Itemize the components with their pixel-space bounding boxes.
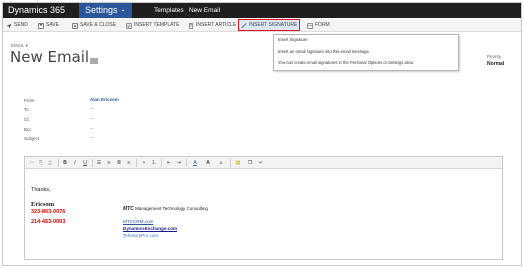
save-close-label: SAVE & CLOSE bbox=[80, 22, 117, 28]
bcc-field[interactable]: -- bbox=[90, 126, 93, 132]
insert-table-icon[interactable]: ❐ bbox=[247, 160, 253, 166]
send-label: SEND bbox=[14, 22, 28, 28]
insert-template-label: INSERT TEMPLATE bbox=[134, 22, 180, 28]
toolbar-divider bbox=[230, 159, 231, 167]
insert-signature-tooltip: Insert Signature Insert an email signatu… bbox=[273, 34, 459, 71]
priority-value[interactable]: Normal bbox=[487, 61, 504, 67]
bcc-label: Bcc bbox=[24, 127, 32, 132]
align-left-icon[interactable]: ☰ bbox=[96, 160, 102, 166]
toolbar-divider bbox=[136, 159, 137, 167]
top-nav-bar: Dynamics 365 Settings ⌄ Templates New Ema… bbox=[3, 3, 521, 18]
breadcrumb-new-email: New Email bbox=[189, 7, 221, 14]
editor-toolbar: ✂ ⎘ ⎙ B I U ☰ ≡ ≣ ≡ • 1. ⇤ ⇥ A A A ▨ ❐ ↵ bbox=[25, 157, 502, 169]
signature-name: Ericsom bbox=[31, 201, 55, 208]
insert-template-button[interactable]: INSERT TEMPLATE bbox=[126, 21, 179, 30]
insert-link-icon[interactable]: ↵ bbox=[258, 160, 264, 166]
toolbar-divider bbox=[161, 159, 162, 167]
article-icon bbox=[188, 22, 194, 29]
insert-image-icon[interactable]: ▨ bbox=[235, 160, 241, 166]
signature-phone-1: 323-863-0076 bbox=[31, 209, 66, 215]
insert-article-button[interactable]: INSERT ARTICLE bbox=[188, 21, 236, 30]
toolbar-divider bbox=[92, 159, 93, 167]
company-full-name: Management Technology Consulting bbox=[135, 206, 208, 211]
numbered-list-icon[interactable]: 1. bbox=[151, 160, 157, 166]
app-brand[interactable]: Dynamics 365 bbox=[8, 5, 65, 16]
tooltip-title: Insert Signature bbox=[278, 37, 308, 42]
breadcrumb-templates[interactable]: Templates bbox=[154, 6, 184, 15]
tooltip-line-2: You can create email signatures in the P… bbox=[278, 60, 415, 65]
align-center-icon[interactable]: ≡ bbox=[106, 160, 112, 166]
command-bar: SEND SAVE SAVE & CLOSE INSERT TEMPLATE I… bbox=[3, 18, 521, 32]
save-label: SAVE bbox=[46, 22, 59, 28]
form-icon bbox=[307, 22, 313, 29]
signature-phone-2: 214-453-0093 bbox=[31, 219, 66, 225]
tooltip-line-1: Insert an email signature into this emai… bbox=[278, 49, 370, 54]
form-label: FORM bbox=[315, 22, 330, 28]
font-family-icon[interactable]: A bbox=[218, 160, 224, 166]
copy-icon[interactable]: ⎘ bbox=[38, 160, 44, 166]
save-button[interactable]: SAVE bbox=[38, 21, 59, 30]
email-body-editor[interactable]: ✂ ⎘ ⎙ B I U ☰ ≡ ≣ ≡ • 1. ⇤ ⇥ A A A ▨ ❐ ↵ bbox=[24, 156, 503, 260]
send-icon bbox=[6, 23, 12, 28]
page-title: New Email bbox=[10, 48, 90, 66]
font-size-icon[interactable]: A bbox=[205, 160, 211, 166]
template-icon bbox=[126, 22, 132, 29]
app-window: Dynamics 365 Settings ⌄ Templates New Ema… bbox=[2, 2, 522, 266]
settings-label: Settings bbox=[85, 5, 118, 15]
to-field[interactable]: -- bbox=[90, 106, 93, 112]
bullet-list-icon[interactable]: • bbox=[141, 160, 147, 166]
save-icon bbox=[38, 22, 44, 29]
signature-icon bbox=[241, 23, 247, 28]
company-abbr: MTC bbox=[123, 206, 134, 212]
underline-button[interactable]: U bbox=[82, 160, 88, 166]
from-label: From bbox=[24, 98, 35, 103]
cc-label: Cc bbox=[24, 117, 30, 122]
paste-icon[interactable]: ⎙ bbox=[47, 160, 53, 166]
signature-link-teleserppro[interactable]: TeleSerpPro.com bbox=[123, 233, 158, 238]
save-close-icon bbox=[72, 22, 78, 29]
signature-link-mtccrm[interactable]: MTCCRM.com bbox=[123, 219, 153, 224]
to-label: To bbox=[24, 107, 29, 112]
send-button[interactable]: SEND bbox=[6, 21, 28, 30]
outdent-icon[interactable]: ⇤ bbox=[166, 160, 172, 166]
signature-link-dynamicsexchange[interactable]: DynamicsExchange.com bbox=[123, 226, 177, 231]
justify-icon[interactable]: ≡ bbox=[126, 160, 132, 166]
signature-company: MTC Management Technology Consulting bbox=[123, 206, 208, 212]
cut-icon[interactable]: ✂ bbox=[29, 160, 35, 166]
insert-article-label: INSERT ARTICLE bbox=[196, 22, 237, 28]
priority-label: Priority bbox=[487, 54, 502, 59]
save-close-button[interactable]: SAVE & CLOSE bbox=[72, 21, 116, 30]
from-value[interactable]: Alan Ericsom bbox=[90, 97, 119, 103]
bold-button[interactable]: B bbox=[62, 160, 68, 166]
subject-label: Subject bbox=[24, 136, 40, 141]
subject-field[interactable]: -- bbox=[90, 135, 93, 141]
italic-button[interactable]: I bbox=[72, 160, 78, 166]
font-color-icon[interactable]: A bbox=[192, 160, 198, 166]
align-right-icon[interactable]: ≣ bbox=[116, 160, 122, 166]
insert-signature-label: INSERT SIGNATURE bbox=[249, 21, 298, 28]
toolbar-divider bbox=[186, 159, 187, 167]
indent-icon[interactable]: ⇥ bbox=[176, 160, 182, 166]
chevron-down-icon: ⌄ bbox=[120, 7, 126, 14]
cc-field[interactable]: -- bbox=[90, 116, 93, 122]
insert-signature-button[interactable]: INSERT SIGNATURE bbox=[238, 19, 301, 31]
list-menu-icon[interactable] bbox=[90, 58, 98, 64]
email-greeting: Thanks, bbox=[31, 187, 51, 193]
settings-menu[interactable]: Settings ⌄ bbox=[79, 3, 132, 18]
form-button[interactable]: FORM bbox=[307, 21, 330, 30]
toolbar-divider bbox=[58, 159, 59, 167]
